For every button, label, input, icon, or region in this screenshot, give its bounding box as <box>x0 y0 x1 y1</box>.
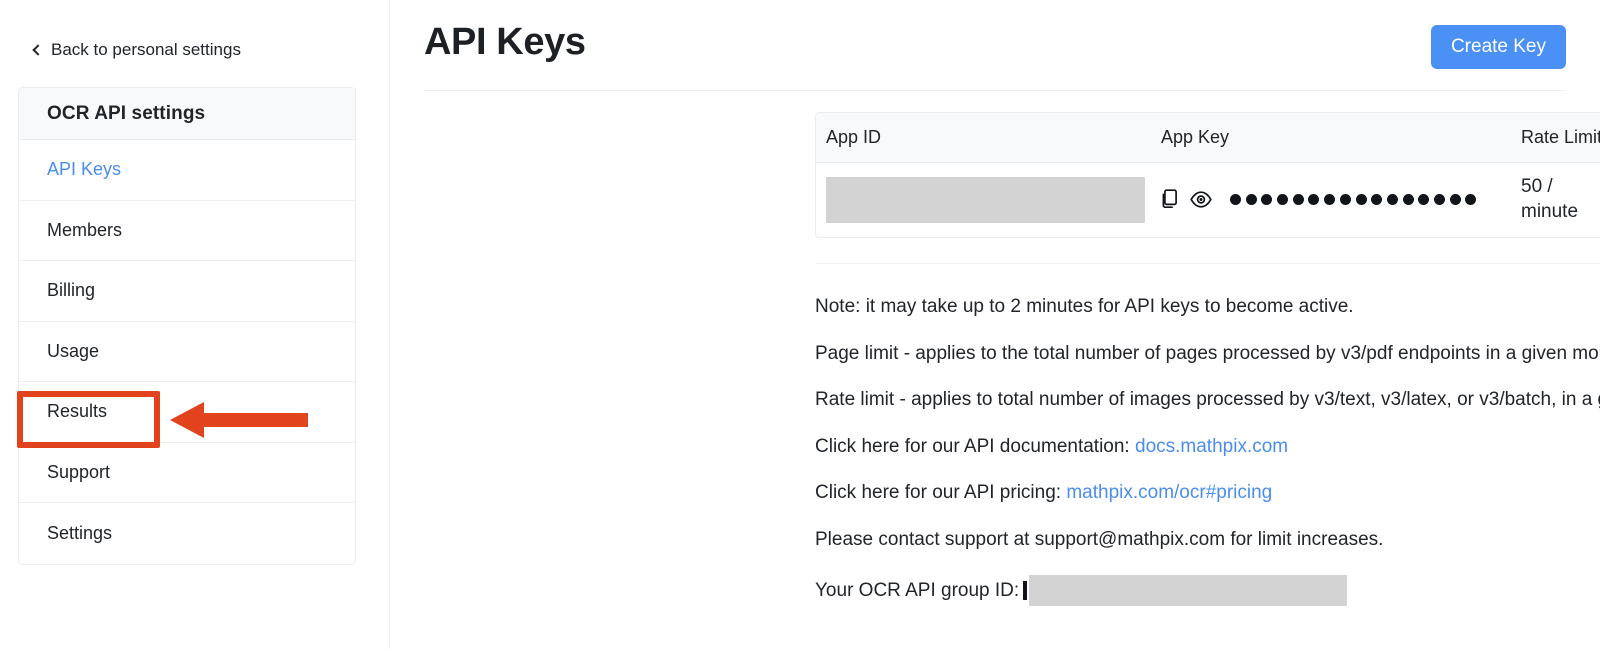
documentation-prefix: Click here for our API documentation: <box>815 435 1135 457</box>
section-divider <box>815 263 1600 264</box>
api-keys-table-card: App ID App Key Rate Limit Page Limit Sta… <box>815 112 1600 238</box>
create-key-button[interactable]: Create Key <box>1430 25 1566 69</box>
app-key-masked-value <box>1230 194 1477 206</box>
sidebar-item-usage[interactable]: Usage <box>19 321 355 382</box>
rate-limit-line-2: minute <box>1521 200 1579 222</box>
cell-app-id <box>816 163 1161 237</box>
documentation-link[interactable]: docs.mathpix.com <box>1135 436 1288 457</box>
note-line-active-delay: Note: it may take up to 2 minutes for AP… <box>815 296 1354 317</box>
app-id-redacted-block <box>826 176 1145 223</box>
pricing-link[interactable]: mathpix.com/ocr#pricing <box>1066 482 1272 503</box>
note-line-pricing: Click here for our API pricing: mathpix.… <box>815 482 1600 504</box>
column-header-app-id: App ID <box>816 113 1161 163</box>
sidebar-item-label: Support <box>47 461 111 482</box>
rate-limit-line-1: 50 / <box>1521 176 1553 198</box>
sidebar-item-support[interactable]: Support <box>19 442 355 503</box>
note-line-documentation: Click here for our API documentation: do… <box>815 436 1600 458</box>
chevron-left-icon <box>32 43 44 56</box>
sidebar: Back to personal settings OCR API settin… <box>0 0 390 649</box>
table-header-row: App ID App Key Rate Limit Page Limit Sta… <box>816 113 1600 163</box>
sidebar-item-settings[interactable]: Settings <box>19 503 355 564</box>
sidebar-item-members[interactable]: Members <box>19 200 355 261</box>
sidebar-item-label: Settings <box>47 522 113 543</box>
nav-heading: OCR API settings <box>19 88 355 140</box>
table-body: 50 / minute 500 / month <box>816 163 1600 237</box>
group-id-prefix: Your OCR API group ID: <box>815 579 1020 601</box>
column-header-rate-limit: Rate Limit <box>1521 113 1600 163</box>
group-id-partial-glyph <box>1023 581 1028 600</box>
table-header: App ID App Key Rate Limit Page Limit Sta… <box>816 113 1600 163</box>
page-title: API Keys <box>424 21 586 63</box>
ocr-api-settings-nav: OCR API settings API Keys Members Billin… <box>18 87 356 565</box>
api-keys-table: App ID App Key Rate Limit Page Limit Sta… <box>816 113 1600 237</box>
cell-app-key <box>1161 163 1521 237</box>
sidebar-item-label: Billing <box>47 280 96 301</box>
back-to-personal-settings-link[interactable]: Back to personal settings <box>32 40 241 60</box>
sidebar-item-label: Members <box>47 219 123 240</box>
note-line-page-limit: Page limit - applies to the total number… <box>815 342 1600 364</box>
note-line-rate-limit: Rate limit - applies to total number of … <box>815 389 1600 410</box>
eye-icon[interactable] <box>1190 191 1212 208</box>
table-row: 50 / minute 500 / month <box>816 163 1600 237</box>
sidebar-item-label: Usage <box>47 340 100 361</box>
note-line-support: Please contact support at support@mathpi… <box>815 528 1384 550</box>
group-id-redacted-block <box>1029 575 1348 606</box>
column-header-app-key: App Key <box>1161 113 1521 163</box>
main-header: API Keys Create Key <box>424 0 1566 91</box>
sidebar-item-label: Results <box>47 401 108 422</box>
main-content: API Keys Create Key App ID App Key Rate … <box>390 0 1600 649</box>
sidebar-item-billing[interactable]: Billing <box>19 261 355 322</box>
sidebar-item-results[interactable]: Results <box>19 382 355 443</box>
pricing-prefix: Click here for our API pricing: <box>815 482 1067 503</box>
notes-section: Note: it may take up to 2 minutes for AP… <box>815 296 1600 631</box>
api-keys-page: Back to personal settings OCR API settin… <box>0 0 1600 649</box>
sidebar-item-label: API Keys <box>47 159 122 180</box>
back-link-label: Back to personal settings <box>51 40 241 59</box>
sidebar-item-api-keys[interactable]: API Keys <box>19 140 355 201</box>
copy-icon[interactable] <box>1161 189 1180 210</box>
note-line-group-id: Your OCR API group ID: <box>815 575 1600 606</box>
cell-rate-limit: 50 / minute <box>1521 163 1600 237</box>
